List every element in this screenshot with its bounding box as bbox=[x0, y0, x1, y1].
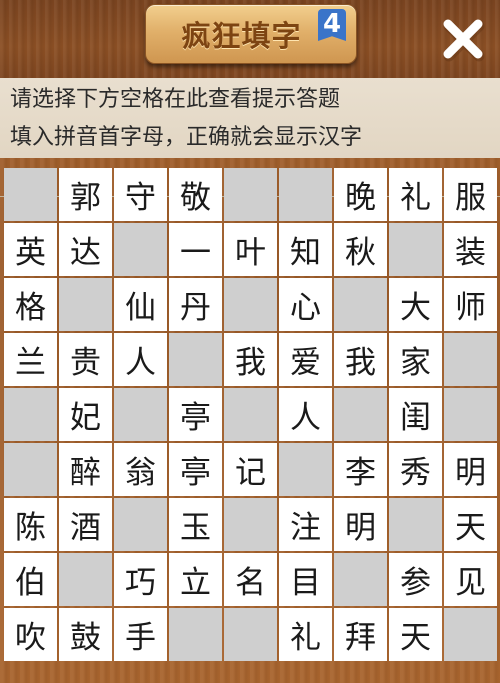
grid-cell[interactable]: 心 bbox=[279, 278, 332, 331]
grid-cell-blank[interactable] bbox=[224, 608, 277, 661]
level-badge: 4 bbox=[318, 9, 346, 41]
grid-cell[interactable]: 酒 bbox=[59, 498, 112, 551]
grid-cell[interactable]: 陈 bbox=[4, 498, 57, 551]
grid-cell-blank[interactable] bbox=[114, 498, 167, 551]
grid-cell[interactable]: 天 bbox=[444, 498, 497, 551]
grid-cell[interactable]: 闺 bbox=[389, 388, 442, 441]
grid-cell[interactable]: 名 bbox=[224, 553, 277, 606]
grid-cell[interactable]: 郭 bbox=[59, 168, 112, 221]
grid-cell[interactable]: 明 bbox=[444, 443, 497, 496]
grid-cell-blank[interactable] bbox=[59, 553, 112, 606]
grid-cell[interactable]: 天 bbox=[389, 608, 442, 661]
title-plaque: 疯狂填字 4 bbox=[145, 4, 357, 64]
hint-panel: 请选择下方空格在此查看提示答题 填入拼音首字母，正确就会显示汉字 bbox=[0, 78, 500, 197]
grid-cell-blank[interactable] bbox=[334, 388, 387, 441]
grid-cell-blank[interactable] bbox=[4, 168, 57, 221]
grid-cell[interactable]: 记 bbox=[224, 443, 277, 496]
grid-cell[interactable]: 立 bbox=[169, 553, 222, 606]
grid-cell[interactable]: 秋 bbox=[334, 223, 387, 276]
hint-text-select: 请选择下方空格在此查看提示答题 bbox=[10, 87, 341, 112]
grid-cell-blank[interactable] bbox=[334, 553, 387, 606]
grid-cell[interactable]: 巧 bbox=[114, 553, 167, 606]
grid-cell-blank[interactable] bbox=[169, 333, 222, 386]
grid-cell[interactable]: 爱 bbox=[279, 333, 332, 386]
grid-cell[interactable]: 我 bbox=[224, 333, 277, 386]
close-x-icon[interactable] bbox=[438, 14, 488, 64]
grid-cell[interactable]: 礼 bbox=[279, 608, 332, 661]
grid-cell-blank[interactable] bbox=[389, 223, 442, 276]
grid-cell[interactable]: 玉 bbox=[169, 498, 222, 551]
grid-cell[interactable]: 手 bbox=[114, 608, 167, 661]
grid-cell[interactable]: 礼 bbox=[389, 168, 442, 221]
grid-cell-blank[interactable] bbox=[279, 168, 332, 221]
grid-cell-blank[interactable] bbox=[4, 443, 57, 496]
grid-cell[interactable]: 目 bbox=[279, 553, 332, 606]
hint-text-input: 填入拼音首字母，正确就会显示汉字 bbox=[10, 125, 363, 150]
grid-cell-blank[interactable] bbox=[444, 608, 497, 661]
grid-cell[interactable]: 一 bbox=[169, 223, 222, 276]
grid-cell[interactable]: 注 bbox=[279, 498, 332, 551]
grid-cell[interactable]: 李 bbox=[334, 443, 387, 496]
grid-cell[interactable]: 翁 bbox=[114, 443, 167, 496]
grid-cell[interactable]: 英 bbox=[4, 223, 57, 276]
grid-cell[interactable]: 达 bbox=[59, 223, 112, 276]
grid-cell[interactable]: 见 bbox=[444, 553, 497, 606]
grid-cell-blank[interactable] bbox=[389, 498, 442, 551]
top-bar: 疯狂填字 4 bbox=[0, 0, 500, 78]
grid-cell[interactable]: 晚 bbox=[334, 168, 387, 221]
grid-cell[interactable]: 亭 bbox=[169, 388, 222, 441]
grid-cell[interactable]: 师 bbox=[444, 278, 497, 331]
grid-cell[interactable]: 敬 bbox=[169, 168, 222, 221]
grid-cell[interactable]: 妃 bbox=[59, 388, 112, 441]
grid-cell-blank[interactable] bbox=[169, 608, 222, 661]
grid-cell[interactable]: 丹 bbox=[169, 278, 222, 331]
grid-cell[interactable]: 人 bbox=[279, 388, 332, 441]
grid-cell[interactable]: 大 bbox=[389, 278, 442, 331]
grid-cell[interactable]: 明 bbox=[334, 498, 387, 551]
grid-cell-blank[interactable] bbox=[224, 168, 277, 221]
grid-cell-blank[interactable] bbox=[114, 388, 167, 441]
grid-cell[interactable]: 家 bbox=[389, 333, 442, 386]
grid-cell[interactable]: 拜 bbox=[334, 608, 387, 661]
grid-cell-blank[interactable] bbox=[279, 443, 332, 496]
grid-cell[interactable]: 贵 bbox=[59, 333, 112, 386]
grid-cell-blank[interactable] bbox=[4, 388, 57, 441]
grid-cell[interactable]: 亭 bbox=[169, 443, 222, 496]
crossword-grid: 郭守敬晚礼服英达一叶知秋装格仙丹心大师兰贵人我爱我家妃亭人闺醉翁亭记李秀明陈酒玉… bbox=[4, 168, 499, 663]
grid-cell[interactable]: 鼓 bbox=[59, 608, 112, 661]
grid-cell-blank[interactable] bbox=[224, 278, 277, 331]
grid-cell[interactable]: 服 bbox=[444, 168, 497, 221]
grid-cell[interactable]: 格 bbox=[4, 278, 57, 331]
grid-cell-blank[interactable] bbox=[59, 278, 112, 331]
grid-cell[interactable]: 知 bbox=[279, 223, 332, 276]
grid-cell-blank[interactable] bbox=[444, 388, 497, 441]
grid-cell-blank[interactable] bbox=[334, 278, 387, 331]
grid-cell[interactable]: 秀 bbox=[389, 443, 442, 496]
grid-cell[interactable]: 装 bbox=[444, 223, 497, 276]
grid-cell-blank[interactable] bbox=[444, 333, 497, 386]
grid-cell-blank[interactable] bbox=[114, 223, 167, 276]
grid-cell-blank[interactable] bbox=[224, 388, 277, 441]
grid-cell[interactable]: 吹 bbox=[4, 608, 57, 661]
grid-cell[interactable]: 守 bbox=[114, 168, 167, 221]
grid-cell-blank[interactable] bbox=[224, 498, 277, 551]
game-title: 疯狂填字 bbox=[181, 19, 302, 53]
grid-cell[interactable]: 叶 bbox=[224, 223, 277, 276]
grid-cell[interactable]: 醉 bbox=[59, 443, 112, 496]
grid-cell[interactable]: 我 bbox=[334, 333, 387, 386]
grid-cell[interactable]: 人 bbox=[114, 333, 167, 386]
grid-cell[interactable]: 兰 bbox=[4, 333, 57, 386]
grid-cell[interactable]: 参 bbox=[389, 553, 442, 606]
grid-cell[interactable]: 仙 bbox=[114, 278, 167, 331]
grid-cell[interactable]: 伯 bbox=[4, 553, 57, 606]
